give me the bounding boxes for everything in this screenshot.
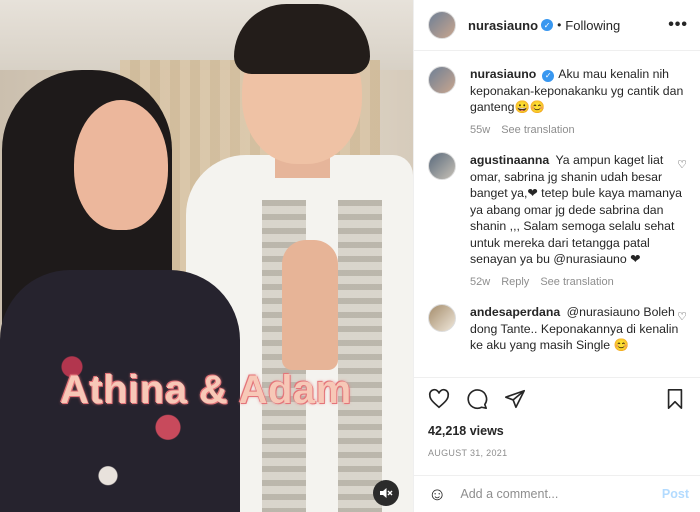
action-bar (414, 377, 700, 415)
see-translation-link[interactable]: See translation (540, 274, 613, 291)
comment-input[interactable] (460, 487, 662, 501)
comment-age: 52w (470, 275, 491, 288)
caption-age: 55w (470, 123, 491, 136)
avatar[interactable] (428, 11, 456, 39)
comment-item: agustinaanna Ya ampun kaget liat omar, s… (428, 152, 687, 290)
woman-face (74, 100, 168, 230)
muted-speaker-icon[interactable] (373, 480, 399, 506)
bookmark-icon[interactable] (665, 388, 685, 415)
reply-button[interactable]: Reply (501, 274, 529, 291)
following-button[interactable]: Following (565, 18, 620, 33)
caption-username[interactable]: nurasiauno (470, 67, 536, 81)
heart-icon[interactable] (428, 388, 450, 415)
post-date: AUGUST 31, 2021 (428, 448, 508, 458)
post-comment-button[interactable]: Post (662, 487, 689, 501)
emoji-icon[interactable]: ☺ (428, 484, 446, 505)
see-translation-link[interactable]: See translation (501, 122, 574, 139)
share-icon[interactable] (504, 388, 526, 415)
author-username[interactable]: nurasiauno (468, 18, 538, 33)
verified-badge-icon: ✓ (541, 19, 554, 31)
avatar[interactable] (428, 152, 456, 180)
post-sidebar: nurasiauno ✓ • Following ••• nurasiauno ✓… (413, 0, 700, 512)
view-count[interactable]: 42,218 views (428, 424, 504, 438)
video-overlay-text: Athina & Adam (60, 368, 352, 412)
comment-like-heart-icon[interactable]: ♡ (677, 158, 687, 171)
comment-item: andesaperdana @nurasiauno Boleh dong Tan… (428, 304, 687, 354)
shirt-embroidery-right (338, 200, 382, 512)
separator-dot: • (557, 18, 562, 32)
folded-hands (282, 240, 338, 370)
avatar[interactable] (428, 304, 456, 332)
comment-icon[interactable] (466, 388, 488, 415)
comment-text: Ya ampun kaget liat omar, sabrina jg sha… (470, 153, 682, 266)
post-video[interactable]: Athina & Adam (0, 0, 413, 512)
man-hair (234, 4, 370, 74)
more-options-icon[interactable]: ••• (668, 16, 688, 34)
verified-badge-icon: ✓ (542, 70, 555, 83)
comment-username[interactable]: andesaperdana (470, 305, 560, 319)
comment-username[interactable]: agustinaanna (470, 153, 549, 167)
avatar[interactable] (428, 66, 456, 94)
comment-like-heart-icon[interactable]: ♡ (677, 310, 687, 323)
comments-list[interactable]: nurasiauno ✓ Aku mau kenalin nih keponakan… (414, 52, 700, 376)
post-header: nurasiauno ✓ • Following ••• (414, 0, 700, 51)
caption: nurasiauno ✓ Aku mau kenalin nih keponakan… (428, 66, 687, 138)
comment-composer: ☺ Post (414, 475, 700, 512)
